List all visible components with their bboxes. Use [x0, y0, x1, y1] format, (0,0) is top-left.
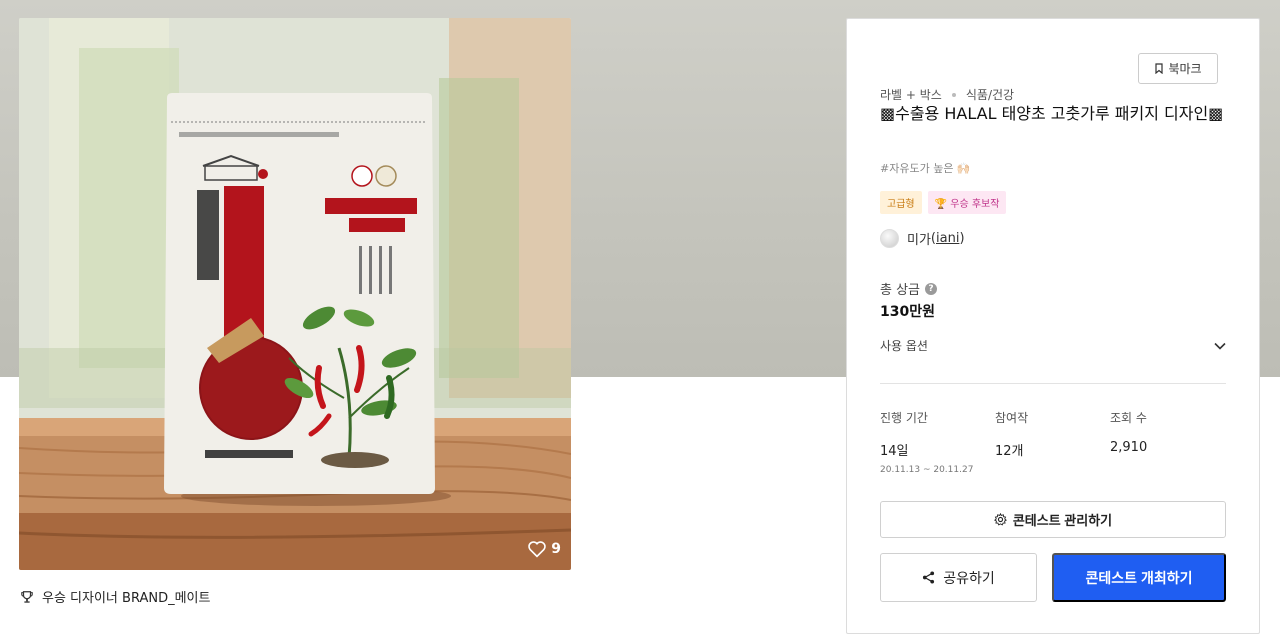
- trophy-icon: [21, 590, 33, 603]
- participants-label: 참여작: [995, 411, 1029, 425]
- period-range: 20.11.13 ~ 20.11.27: [880, 465, 974, 475]
- stat-period: 진행 기간 14일 20.11.13 ~ 20.11.27: [880, 409, 995, 475]
- host-contest-button[interactable]: 콘테스트 개최하기: [1052, 553, 1226, 602]
- bookmark-label: 북마크: [1168, 62, 1202, 76]
- views-label: 조회 수: [1110, 411, 1147, 425]
- badge-list: 고급형 🏆 우승 후보작: [880, 191, 1007, 214]
- period-value: 14일: [880, 444, 909, 459]
- breadcrumb-separator: [951, 92, 956, 97]
- winner-designer[interactable]: 우승 디자이너 BRAND_메이트: [20, 587, 210, 606]
- product-mockup-illustration: [19, 18, 571, 570]
- manage-contest-label: 콘테스트 관리하기: [1012, 513, 1113, 528]
- contest-info-card: 라벨 + 박스 식품/건강 북마크 ▩수출용 HALAL 태양초 고춧가루 패키…: [846, 18, 1260, 634]
- chevron-down-icon[interactable]: [1214, 342, 1226, 350]
- options-toggle[interactable]: 사용 옵션: [880, 337, 1226, 354]
- contest-stats: 진행 기간 14일 20.11.13 ~ 20.11.27 참여작 12개 조회…: [880, 409, 1225, 475]
- heart-icon[interactable]: [527, 540, 547, 558]
- share-icon: [923, 571, 935, 584]
- manage-contest-button[interactable]: 콘테스트 관리하기: [880, 501, 1226, 538]
- gear-icon: [993, 513, 1007, 526]
- like-count: 9: [551, 541, 561, 557]
- stat-participants: 참여작 12개: [995, 409, 1110, 475]
- contest-title: ▩수출용 HALAL 태양초 고춧가루 패키지 디자인▩: [880, 104, 1224, 123]
- stat-views: 조회 수 2,910: [1110, 409, 1225, 475]
- period-label: 진행 기간: [880, 411, 928, 425]
- views-value: 2,910: [1110, 440, 1148, 455]
- bookmark-icon: [1155, 63, 1164, 74]
- share-button[interactable]: 공유하기: [880, 553, 1037, 602]
- help-icon[interactable]: ?: [925, 282, 938, 295]
- prize-value: 130만원: [880, 304, 935, 320]
- prize-label-text: 총 상금: [880, 283, 921, 298]
- divider: [880, 383, 1226, 384]
- grade-badge: 고급형: [880, 191, 922, 214]
- host-info[interactable]: 미가 (iani): [880, 229, 965, 248]
- contest-tagline: #자유도가 높은 🙌🏻: [880, 162, 971, 175]
- avatar: [880, 229, 899, 248]
- host-name: 미가: [907, 233, 931, 248]
- like-counter[interactable]: 9: [527, 540, 561, 558]
- host-id[interactable]: iani: [936, 231, 959, 246]
- winner-text: 우승 디자이너 BRAND_메이트: [42, 591, 211, 606]
- participants-value: 12개: [995, 444, 1024, 459]
- prize-label: 총 상금 ?: [880, 279, 938, 298]
- options-label: 사용 옵션: [880, 339, 928, 353]
- winner-candidate-badge: 🏆 우승 후보작: [927, 191, 1007, 214]
- bookmark-button[interactable]: 북마크: [1138, 53, 1218, 84]
- product-image[interactable]: 9: [19, 18, 571, 570]
- host-id-wrap[interactable]: (iani): [931, 231, 965, 246]
- share-label: 공유하기: [943, 569, 995, 586]
